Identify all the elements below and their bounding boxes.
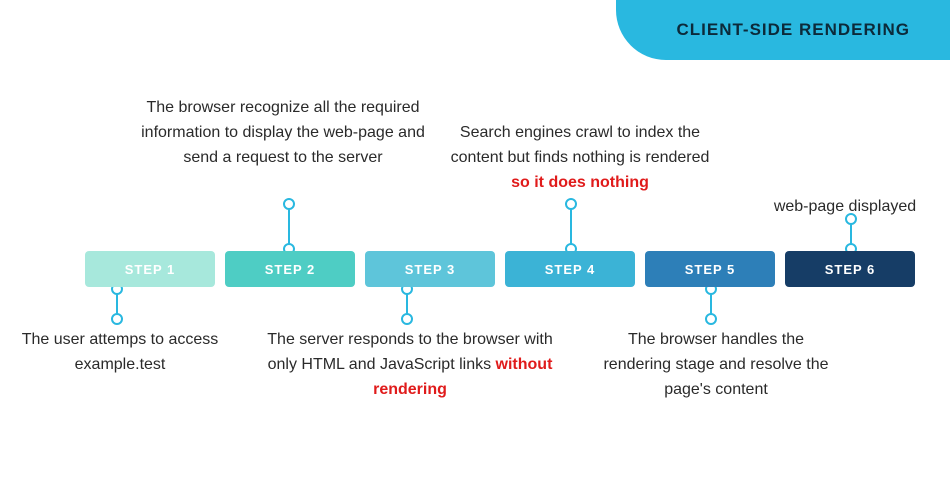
connector-step4 bbox=[570, 206, 572, 251]
step-6-box: STEP 6 bbox=[785, 251, 915, 287]
step-1-box: STEP 1 bbox=[85, 251, 215, 287]
connector-step2 bbox=[288, 206, 290, 251]
step-2-box: STEP 2 bbox=[225, 251, 355, 287]
step-4-label: STEP 4 bbox=[545, 262, 596, 277]
caption-step2: The browser recognize all the required i… bbox=[133, 96, 433, 170]
caption-step4-em: so it does nothing bbox=[511, 174, 649, 191]
connector-step6 bbox=[850, 221, 852, 251]
caption-step3: The server responds to the browser with … bbox=[260, 328, 560, 402]
step-4-box: STEP 4 bbox=[505, 251, 635, 287]
title-banner: CLIENT-SIDE RENDERING bbox=[616, 0, 950, 60]
caption-step5: The browser handles the rendering stage … bbox=[596, 328, 836, 402]
caption-step6-text: web-page displayed bbox=[774, 198, 916, 215]
step-3-box: STEP 3 bbox=[365, 251, 495, 287]
caption-step1-text: The user attemps to access example.test bbox=[22, 331, 219, 373]
connector-step1 bbox=[116, 287, 118, 317]
caption-step6: web-page displayed bbox=[740, 195, 950, 220]
caption-step1: The user attemps to access example.test bbox=[20, 328, 220, 378]
caption-step5-text: The browser handles the rendering stage … bbox=[603, 331, 828, 398]
step-5-box: STEP 5 bbox=[645, 251, 775, 287]
caption-step4: Search engines crawl to index the conten… bbox=[440, 121, 720, 195]
step-2-label: STEP 2 bbox=[265, 262, 316, 277]
caption-step2-text: The browser recognize all the required i… bbox=[141, 99, 425, 166]
step-5-label: STEP 5 bbox=[685, 262, 736, 277]
steps-row: STEP 1 STEP 2 STEP 3 STEP 4 STEP 5 STEP … bbox=[85, 251, 915, 287]
caption-step4-prefix: Search engines crawl to index the conten… bbox=[451, 124, 710, 166]
step-6-label: STEP 6 bbox=[825, 262, 876, 277]
connector-step5 bbox=[710, 287, 712, 317]
connector-step3 bbox=[406, 287, 408, 317]
step-1-label: STEP 1 bbox=[125, 262, 176, 277]
step-3-label: STEP 3 bbox=[405, 262, 456, 277]
banner-title: CLIENT-SIDE RENDERING bbox=[676, 20, 910, 39]
